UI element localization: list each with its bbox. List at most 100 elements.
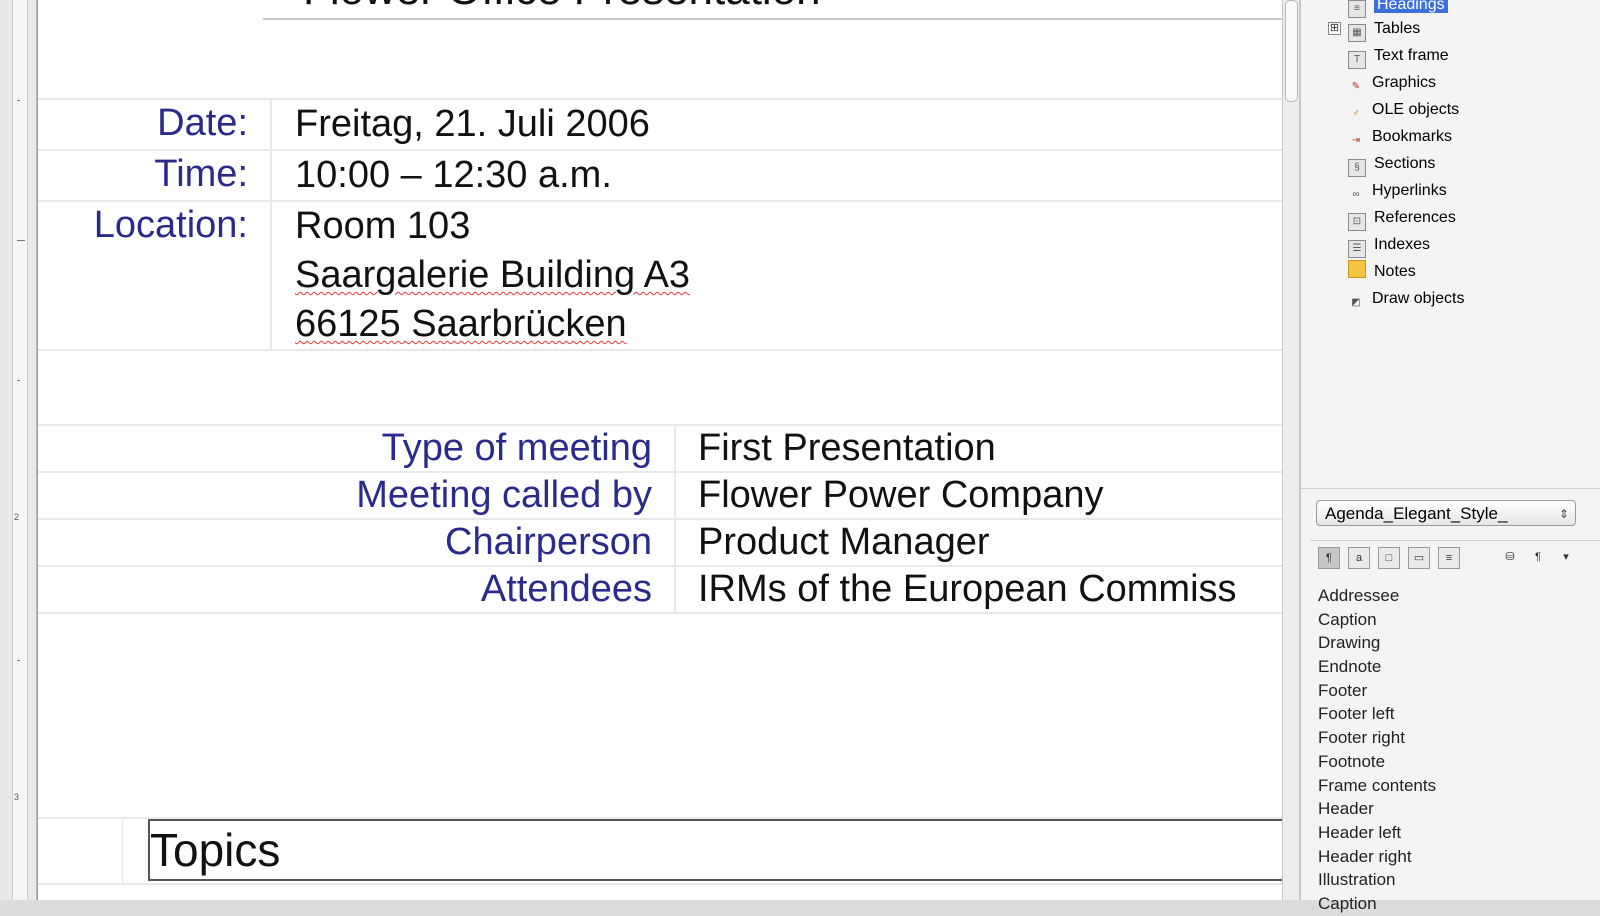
document-style-select-value: Agenda_Elegant_Style_ [1325, 504, 1508, 523]
document-page[interactable]: Flower Office Presentation Date: Freitag… [37, 0, 1283, 900]
character-styles-icon[interactable]: a [1348, 547, 1370, 569]
sections-icon: § [1348, 159, 1366, 177]
time-value[interactable]: 10:00 – 12:30 a.m. [271, 149, 1283, 201]
ruler-number: 3 [14, 792, 20, 802]
ole-objects-icon: ♂ [1352, 108, 1360, 119]
dropdown-arrow-icon[interactable]: ▾ [1556, 547, 1576, 567]
fill-format-icon[interactable]: ⛁ [1500, 547, 1520, 567]
attendees-value[interactable]: IRMs of the European Commiss [675, 565, 1283, 614]
styles-list: Addressee Caption Drawing Endnote Footer… [1318, 584, 1436, 916]
table-row: Attendees IRMs of the European Commiss [38, 565, 1283, 614]
paragraph-styles-icon[interactable]: ¶ [1318, 547, 1340, 569]
navigator-item-label: Graphics [1372, 74, 1437, 91]
frame-styles-icon[interactable]: □ [1378, 547, 1400, 569]
list-styles-icon[interactable]: ≡ [1438, 547, 1460, 569]
navigator-item-label: Notes [1374, 263, 1416, 280]
date-value[interactable]: Freitag, 21. Juli 2006 [271, 98, 1283, 150]
notes-icon [1348, 260, 1366, 278]
document-style-select[interactable]: Agenda_Elegant_Style_ ⇕ [1316, 500, 1576, 526]
new-style-icon[interactable]: ¶ [1528, 547, 1548, 567]
style-item[interactable]: Footer left [1318, 702, 1436, 726]
navigator-item-label: Bookmarks [1372, 128, 1453, 145]
time-text: 10:00 – 12:30 a.m. [295, 154, 612, 196]
navigator-item-notes[interactable]: Notes [1348, 259, 1416, 285]
tables-icon: ▦ [1348, 24, 1366, 42]
chairperson-value[interactable]: Product Manager [675, 518, 1283, 566]
type-of-meeting-label: Type of meeting [38, 424, 676, 472]
navigator-item-label: Sections [1374, 155, 1436, 172]
attendees-label: Attendees [38, 565, 676, 614]
expand-tables-icon[interactable]: ⊞ [1328, 22, 1341, 35]
hyperlinks-icon: ∞ [1352, 189, 1360, 200]
location-line: 66125 Saarbrücken [295, 303, 627, 345]
topics-row: Topics [38, 817, 1283, 885]
navigator-item-label: Tables [1374, 20, 1421, 37]
navigator-item-label: Text frame [1374, 47, 1449, 64]
navigator-item-label: Draw objects [1372, 290, 1465, 307]
style-item[interactable]: Endnote [1318, 655, 1436, 679]
style-item[interactable]: Header left [1318, 821, 1436, 845]
ruler-tick [17, 240, 25, 241]
graphics-icon: ✎ [1351, 81, 1361, 92]
style-item[interactable]: Footer [1318, 679, 1436, 703]
navigator-item-label: References [1374, 209, 1456, 226]
chairperson-label: Chairperson [38, 518, 676, 566]
scrollbar-thumb[interactable] [1285, 0, 1298, 102]
table-row: Meeting called by Flower Power Company [38, 471, 1283, 519]
indexes-icon: ☰ [1348, 240, 1366, 258]
topics-heading[interactable]: Topics [148, 819, 1283, 881]
table-row: Location: Room 103 Saargalerie Building … [38, 200, 1283, 351]
navigator-item-text-frame[interactable]: T Text frame [1348, 43, 1449, 69]
vertical-ruler: 2 3 [0, 0, 37, 900]
location-line: Saargalerie Building A3 [295, 254, 691, 296]
date-label: Date: [38, 98, 272, 150]
meeting-called-by-value[interactable]: Flower Power Company [675, 471, 1283, 519]
location-label: Location: [38, 200, 272, 351]
panel-splitter[interactable] [1300, 488, 1600, 489]
page-styles-icon[interactable]: ▭ [1408, 547, 1430, 569]
style-item[interactable]: Addressee [1318, 584, 1436, 608]
navigator-item-ole-objects[interactable]: ♂ OLE objects [1348, 97, 1459, 123]
navigator-item-label: Hyperlinks [1372, 182, 1447, 199]
date-text: Freitag, 21. Juli 2006 [295, 103, 650, 145]
styles-toolbar: ¶ a □ ▭ ≡ ⛁ ¶ ▾ [1310, 540, 1600, 575]
cell-divider [122, 819, 123, 883]
style-item[interactable]: Header right [1318, 845, 1436, 869]
meeting-details-table: Date: Freitag, 21. Juli 2006 Time: 10:00… [38, 98, 1283, 351]
navigator-item-label: OLE objects [1372, 101, 1460, 118]
style-item[interactable]: Caption [1318, 608, 1436, 632]
bookmarks-icon: ⇥ [1351, 135, 1361, 146]
style-item[interactable]: Header [1318, 797, 1436, 821]
navigator-item-sections[interactable]: § Sections [1348, 151, 1435, 177]
ruler-tick [17, 660, 20, 661]
ruler-tick [17, 100, 20, 101]
navigator-item-label: Headings [1374, 0, 1448, 13]
type-of-meeting-value[interactable]: First Presentation [675, 424, 1283, 472]
navigator-item-bookmarks[interactable]: ⇥ Bookmarks [1348, 124, 1452, 150]
navigator-item-graphics[interactable]: ✎ Graphics [1348, 70, 1436, 96]
table-row: Date: Freitag, 21. Juli 2006 [38, 98, 1283, 150]
style-item[interactable]: Frame contents [1318, 774, 1436, 798]
ruler-track [12, 0, 28, 900]
navigator-item-label: Indexes [1374, 236, 1431, 253]
style-item[interactable]: Caption [1318, 892, 1436, 916]
style-item[interactable]: Footnote [1318, 750, 1436, 774]
location-value[interactable]: Room 103 Saargalerie Building A3 66125 S… [271, 200, 1283, 351]
references-icon: ⊡ [1348, 213, 1366, 231]
select-arrows-icon: ⇕ [1558, 507, 1569, 521]
meeting-info-table: Type of meeting First Presentation Meeti… [38, 424, 1283, 614]
navigator-item-references[interactable]: ⊡ References [1348, 205, 1456, 231]
document-title[interactable]: Flower Office Presentation [263, 0, 1283, 20]
vertical-scrollbar[interactable] [1282, 0, 1300, 900]
draw-objects-icon: ◩ [1351, 297, 1361, 308]
navigator-item-hyperlinks[interactable]: ∞ Hyperlinks [1348, 178, 1447, 204]
time-label: Time: [38, 149, 272, 201]
navigator-item-draw-objects[interactable]: ◩ Draw objects [1348, 286, 1464, 312]
navigator-item-indexes[interactable]: ☰ Indexes [1348, 232, 1430, 258]
navigator-item-tables[interactable]: ▦ Tables [1348, 16, 1420, 42]
meeting-called-by-label: Meeting called by [38, 471, 676, 519]
style-item[interactable]: Footer right [1318, 726, 1436, 750]
style-item[interactable]: Illustration [1318, 868, 1436, 892]
ruler-tick [17, 380, 20, 381]
style-item[interactable]: Drawing [1318, 631, 1436, 655]
